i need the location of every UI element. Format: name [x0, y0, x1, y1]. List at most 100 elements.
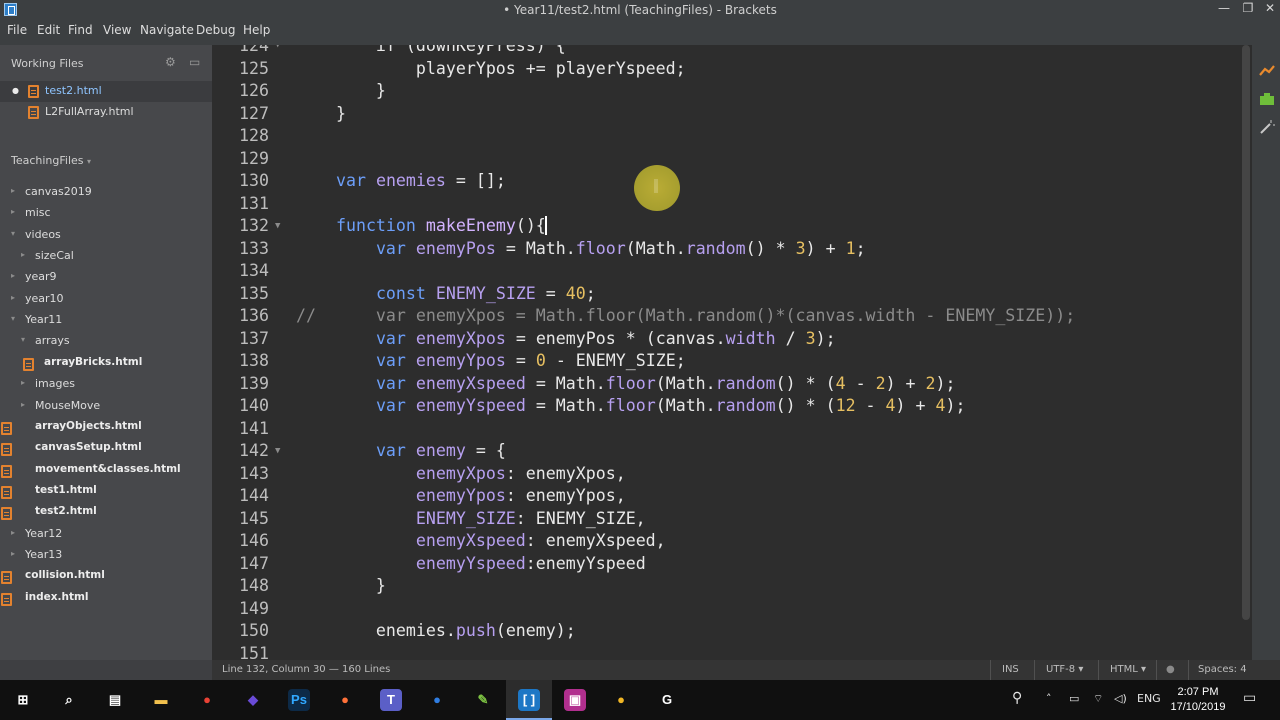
gear-icon[interactable]: ⚙: [165, 55, 176, 69]
tree-item[interactable]: ▸ Year13: [0, 546, 212, 567]
code-line[interactable]: 125 playerYpos += playerYspeed;: [212, 58, 1252, 80]
tree-item[interactable]: arrayObjects.html: [0, 418, 212, 439]
code-line[interactable]: 141: [212, 418, 1252, 440]
restore-button[interactable]: ❐: [1238, 1, 1258, 15]
shield-app-taskbar-button[interactable]: ◆: [230, 680, 276, 720]
tree-item[interactable]: ▸ MouseMove: [0, 397, 212, 418]
code-line[interactable]: 143 enemyXpos: enemyXpos,: [212, 463, 1252, 485]
chevron-right-icon[interactable]: ▸: [11, 549, 15, 558]
menu-find[interactable]: Find: [68, 22, 93, 38]
chevron-down-icon[interactable]: ▾: [11, 229, 15, 238]
fold-toggle-icon[interactable]: ▼: [275, 440, 280, 462]
magic-wand-icon[interactable]: [1258, 119, 1276, 135]
code-line[interactable]: 145 ENEMY_SIZE: ENEMY_SIZE,: [212, 508, 1252, 530]
menu-edit[interactable]: Edit: [37, 22, 60, 38]
indent-spaces[interactable]: Spaces: 4: [1198, 664, 1247, 675]
code-line[interactable]: 137 var enemyXpos = enemyPos * (canvas.w…: [212, 328, 1252, 350]
live-preview-icon[interactable]: [1258, 63, 1276, 79]
tree-item[interactable]: ▸ images: [0, 375, 212, 396]
menu-debug[interactable]: Debug: [196, 22, 235, 38]
code-line[interactable]: 151: [212, 643, 1252, 660]
chevron-right-icon[interactable]: ▸: [21, 378, 25, 387]
code-line[interactable]: 139 var enemyXspeed = Math.floor(Math.ra…: [212, 373, 1252, 395]
chevron-right-icon[interactable]: ▸: [11, 186, 15, 195]
notepad-green-taskbar-button[interactable]: ✎: [460, 680, 506, 720]
chevron-right-icon[interactable]: ▸: [11, 271, 15, 280]
tree-item[interactable]: arrayBricks.html: [0, 354, 212, 375]
code-line[interactable]: 134: [212, 260, 1252, 282]
code-line[interactable]: 148 }: [212, 575, 1252, 597]
people-icon[interactable]: ⚲: [1012, 690, 1022, 706]
start-button-taskbar-button[interactable]: ⊞: [0, 680, 46, 720]
firefox-dev-taskbar-button[interactable]: ●: [414, 680, 460, 720]
code-line[interactable]: 127 }: [212, 103, 1252, 125]
menu-view[interactable]: View: [103, 22, 131, 38]
working-file-l2fullarray[interactable]: L2FullArray.html: [0, 102, 212, 123]
chrome-taskbar-button[interactable]: ●: [184, 680, 230, 720]
recorder-taskbar-button[interactable]: ▣: [552, 680, 598, 720]
code-line[interactable]: 136 // var enemyXpos = Math.floor(Math.ra…: [212, 305, 1252, 327]
wifi-icon[interactable]: ⌔: [1093, 692, 1103, 706]
code-line[interactable]: 128: [212, 125, 1252, 147]
chevron-right-icon[interactable]: ▸: [21, 250, 25, 259]
language-select[interactable]: HTML ▾: [1110, 664, 1146, 675]
code-line[interactable]: 144 enemyYpos: enemyYpos,: [212, 485, 1252, 507]
code-line[interactable]: 124 ▾ if (downKeyPress) {: [212, 45, 1252, 57]
taskbar-clock[interactable]: 2:07 PM 17/10/2019: [1170, 685, 1226, 715]
insert-mode[interactable]: INS: [1002, 664, 1019, 675]
menu-file[interactable]: File: [7, 22, 27, 38]
code-line[interactable]: 133 var enemyPos = Math.floor(Math.rando…: [212, 238, 1252, 260]
tree-item[interactable]: ▸ year9: [0, 268, 212, 289]
tree-item[interactable]: ▸ year10: [0, 290, 212, 311]
tree-item[interactable]: ▸ Year12: [0, 525, 212, 546]
tree-item[interactable]: movement&classes.html: [0, 461, 212, 482]
scrollbar-thumb[interactable]: [1242, 45, 1250, 620]
tree-item[interactable]: ▸ misc: [0, 204, 212, 225]
chevron-right-icon[interactable]: ▸: [21, 400, 25, 409]
close-button[interactable]: ✕: [1260, 1, 1280, 15]
code-line[interactable]: 140 var enemyYspeed = Math.floor(Math.ra…: [212, 395, 1252, 417]
volume-icon[interactable]: ◁): [1114, 692, 1127, 705]
search-button-taskbar-button[interactable]: ⌕: [46, 680, 92, 720]
notification-icon[interactable]: ▭: [1243, 690, 1256, 706]
tree-item[interactable]: test1.html: [0, 482, 212, 503]
code-line[interactable]: 126 }: [212, 80, 1252, 102]
code-line[interactable]: 142 ▼ var enemy = {: [212, 440, 1252, 462]
teams-taskbar-button[interactable]: T: [368, 680, 414, 720]
chevron-down-icon[interactable]: ▾: [21, 335, 25, 344]
chrome-2-taskbar-button[interactable]: ●: [598, 680, 644, 720]
extension-manager-icon[interactable]: [1258, 91, 1276, 107]
code-line[interactable]: 150 enemies.push(enemy);: [212, 620, 1252, 642]
project-header[interactable]: TeachingFiles ▾: [11, 154, 91, 167]
tree-item[interactable]: index.html: [0, 589, 212, 610]
fold-toggle-icon[interactable]: ▼: [275, 215, 280, 237]
file-explorer-taskbar-button[interactable]: ▬: [138, 680, 184, 720]
code-editor[interactable]: 124 ▾ if (downKeyPress) {125 playerYpos +…: [212, 45, 1252, 660]
show-hidden-icons[interactable]: ˄: [1046, 692, 1052, 705]
tree-item[interactable]: ▾ Year11: [0, 311, 212, 332]
working-file-test2[interactable]: ● test2.html: [0, 81, 212, 102]
code-line[interactable]: 135 const ENEMY_SIZE = 40;: [212, 283, 1252, 305]
firefox-taskbar-button[interactable]: ●: [322, 680, 368, 720]
tree-item[interactable]: ▾ videos: [0, 226, 212, 247]
chevron-right-icon[interactable]: ▸: [11, 207, 15, 216]
code-line[interactable]: 132 ▼ function makeEnemy(){: [212, 215, 1252, 237]
tree-item[interactable]: collision.html: [0, 567, 212, 588]
menu-navigate[interactable]: Navigate: [140, 22, 194, 38]
linter-status-icon[interactable]: ●: [1166, 664, 1175, 675]
code-line[interactable]: 149: [212, 598, 1252, 620]
tree-item[interactable]: canvasSetup.html: [0, 439, 212, 460]
editor-scrollbar[interactable]: [1240, 45, 1252, 660]
code-line[interactable]: 131: [212, 193, 1252, 215]
menu-help[interactable]: Help: [243, 22, 270, 38]
code-line[interactable]: 129: [212, 148, 1252, 170]
tool-app-taskbar-button[interactable]: G: [644, 680, 690, 720]
tree-item[interactable]: ▸ sizeCal: [0, 247, 212, 268]
network-icon[interactable]: ▭: [1069, 692, 1079, 705]
minimize-button[interactable]: —: [1214, 1, 1234, 15]
tree-item[interactable]: ▸ canvas2019: [0, 183, 212, 204]
code-line[interactable]: 138 var enemyYpos = 0 - ENEMY_SIZE;: [212, 350, 1252, 372]
tree-item[interactable]: test2.html: [0, 503, 212, 524]
encoding-select[interactable]: UTF-8 ▾: [1046, 664, 1083, 675]
code-line[interactable]: 147 enemyYspeed:enemyYspeed: [212, 553, 1252, 575]
